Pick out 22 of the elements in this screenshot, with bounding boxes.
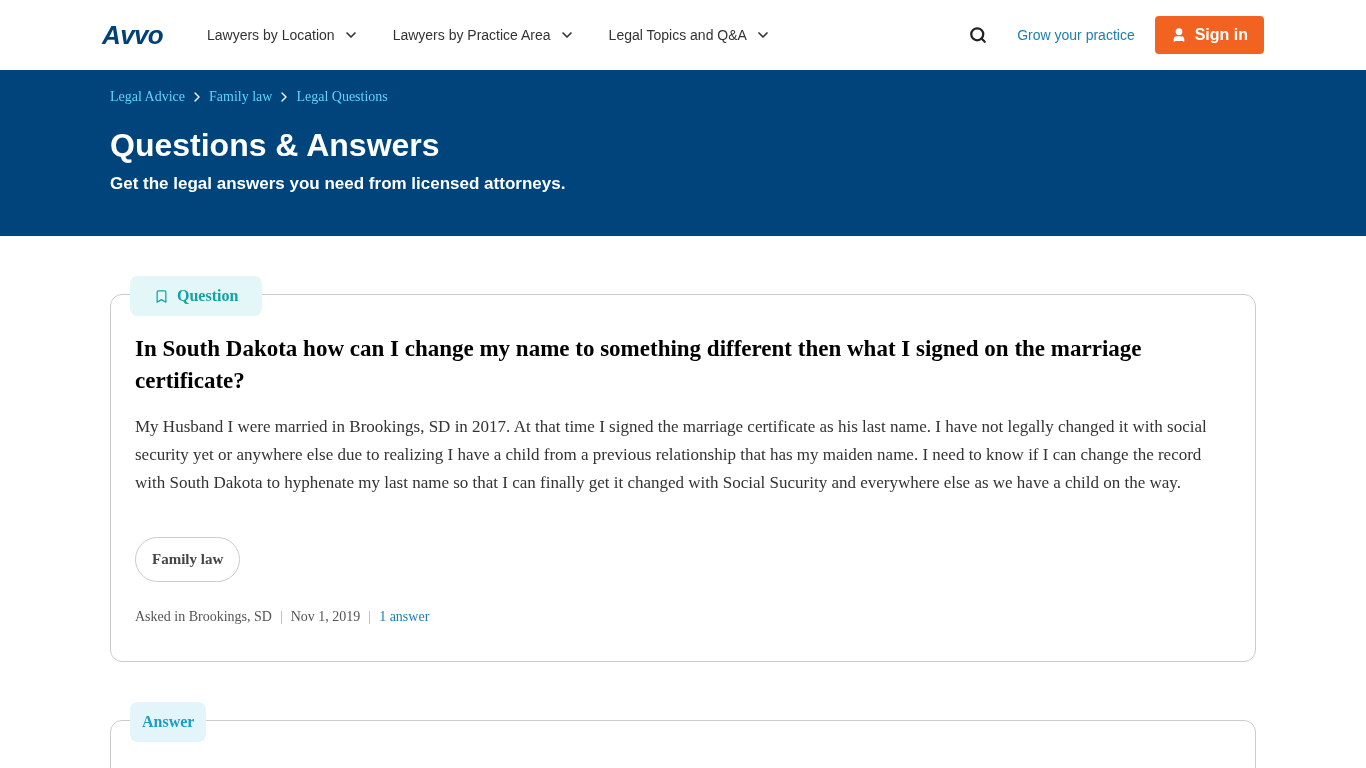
answers-link[interactable]: 1 answer — [379, 605, 430, 627]
breadcrumb-link[interactable]: Family law — [209, 86, 273, 107]
nav-menu[interactable]: Lawyers by Location — [207, 24, 359, 46]
page-subtitle: Get the legal answers you need from licensed attorneys. — [110, 173, 567, 195]
question-label: Question — [130, 276, 263, 316]
grow-practice-link[interactable]: Grow your practice — [1017, 24, 1135, 46]
question-title: In South Dakota how can I change my name to something different then what I signed on the marriage certificate? — [135, 335, 1143, 395]
bookmark-icon — [154, 288, 169, 304]
breadcrumb-link[interactable]: Legal Advice — [110, 86, 186, 107]
breadcrumb-link[interactable]: Legal Questions — [296, 86, 388, 107]
sign-in-button[interactable]: Sign in — [1154, 16, 1264, 54]
nav-menu[interactable]: Legal Topics and Q&A — [608, 24, 771, 46]
question-meta: Nov 1, 2019 — [290, 607, 361, 626]
logo[interactable]: Avvo — [102, 15, 163, 55]
search-icon[interactable] — [969, 26, 988, 44]
question-meta: Asked in Brookings, SD — [135, 607, 272, 626]
question-body: My Husband I were married in Brookings, SD in 2017. At that time I signed the marriage certificate as his last name. I have not legally changed it with social security yet or anywhere else due to realizing I have a child from a previous relationship that has my maiden name. I need to know if I can change the record with South Dakota to hyphenate my last name so that I can finally get it changed with Social Sucurity and everywhere else as we have a child on the way. — [135, 416, 1208, 494]
answer-label: Answer — [130, 701, 207, 742]
separator: | — [368, 607, 372, 626]
separator: | — [279, 607, 283, 626]
page-title: Questions & Answers — [110, 126, 441, 165]
nav-menu[interactable]: Lawyers by Practice Area — [392, 24, 575, 46]
